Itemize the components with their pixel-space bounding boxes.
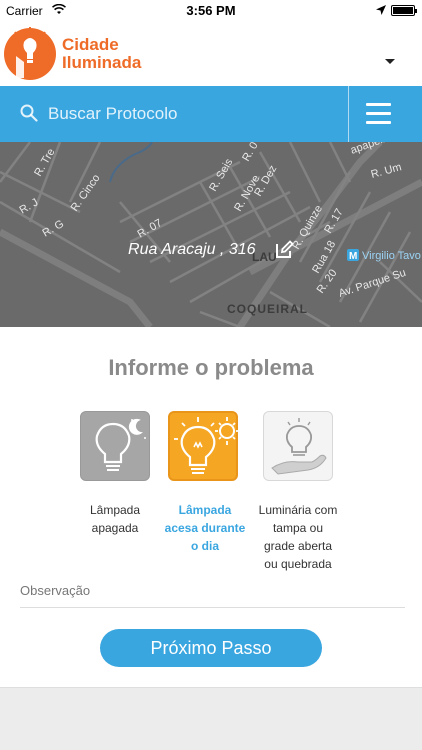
problem-panel: Informe o problema Lâmpada apagada Lâmpa… bbox=[0, 327, 422, 687]
map-label: R. Seis bbox=[207, 156, 235, 193]
battery-fill bbox=[393, 7, 413, 14]
search-protocol-input[interactable] bbox=[48, 86, 338, 142]
observation-field[interactable]: Observação bbox=[20, 583, 90, 598]
address-text: Rua Aracaju , 316 bbox=[128, 241, 256, 258]
option-label: Lâmpada apagada bbox=[63, 501, 167, 537]
label-line: apagada bbox=[91, 521, 139, 535]
map-label: R. 07 bbox=[136, 217, 165, 241]
label-line: ou quebrada bbox=[264, 557, 332, 571]
lamp-hand-icon bbox=[263, 411, 333, 481]
map-label: Av. Parque Su bbox=[337, 267, 407, 300]
app-logo-text: Cidade Iluminada bbox=[62, 36, 141, 72]
hamburger-menu-icon bbox=[366, 103, 391, 106]
observation-underline bbox=[20, 607, 405, 608]
panel-title: Informe o problema bbox=[108, 355, 314, 380]
status-time: 3:56 PM bbox=[186, 3, 236, 18]
lamp-off-moon-icon bbox=[80, 411, 150, 481]
status-bar: Carrier 3:56 PM bbox=[0, 0, 422, 22]
label-line: Lâmpada bbox=[89, 503, 141, 517]
map-label: R. Um bbox=[370, 161, 403, 181]
logo-line-1: Cidade bbox=[62, 35, 119, 54]
map-label: R. J bbox=[18, 196, 41, 216]
map-label: apapeiro bbox=[349, 142, 393, 157]
battery-icon bbox=[391, 5, 417, 16]
label-line: Luminária com bbox=[258, 503, 338, 517]
map-label: R. 17 bbox=[322, 207, 346, 236]
search-bar bbox=[0, 86, 422, 142]
hamburger-menu-icon bbox=[366, 112, 391, 115]
map-labels: R. Tre R. Cinco R. J R. G R. 07 R. Seis … bbox=[18, 142, 421, 316]
map-label: R. G bbox=[41, 218, 67, 240]
map-label: R. Cinco bbox=[69, 172, 103, 213]
label-line: Lâmpada bbox=[178, 503, 232, 517]
label-line: o dia bbox=[190, 539, 219, 553]
label-line: tampa ou bbox=[272, 521, 324, 535]
option-label: Lâmpada acesa durante o dia bbox=[153, 501, 257, 555]
map-label: R. 0 bbox=[240, 142, 260, 164]
map-view[interactable]: R. Tre R. Cinco R. J R. G R. 07 R. Seis … bbox=[0, 142, 422, 327]
map-label: R. Tre bbox=[32, 147, 57, 179]
lamp-on-sun-icon bbox=[168, 411, 239, 481]
hamburger-menu-button[interactable] bbox=[349, 86, 422, 142]
map-label: COQUEIRAL bbox=[227, 302, 308, 316]
label-line: acesa durante bbox=[164, 521, 246, 535]
option-label: Luminária com tampa ou grade aberta ou q… bbox=[246, 501, 350, 573]
search-icon bbox=[20, 104, 38, 122]
hamburger-menu-icon bbox=[366, 121, 391, 124]
label-line: grade aberta bbox=[263, 539, 333, 553]
logo-line-2: Iluminada bbox=[62, 53, 142, 72]
next-step-button[interactable]: Próximo Passo bbox=[100, 629, 322, 667]
chevron-down-icon[interactable] bbox=[384, 58, 396, 66]
app-header: Cidade Iluminada bbox=[0, 22, 422, 86]
location-arrow-icon bbox=[376, 5, 386, 15]
bottom-background bbox=[0, 687, 422, 750]
pencil-edit-icon[interactable] bbox=[274, 240, 294, 260]
address-row: Rua Aracaju , 316 bbox=[0, 240, 422, 260]
cidade-iluminada-logo-icon bbox=[4, 27, 56, 80]
